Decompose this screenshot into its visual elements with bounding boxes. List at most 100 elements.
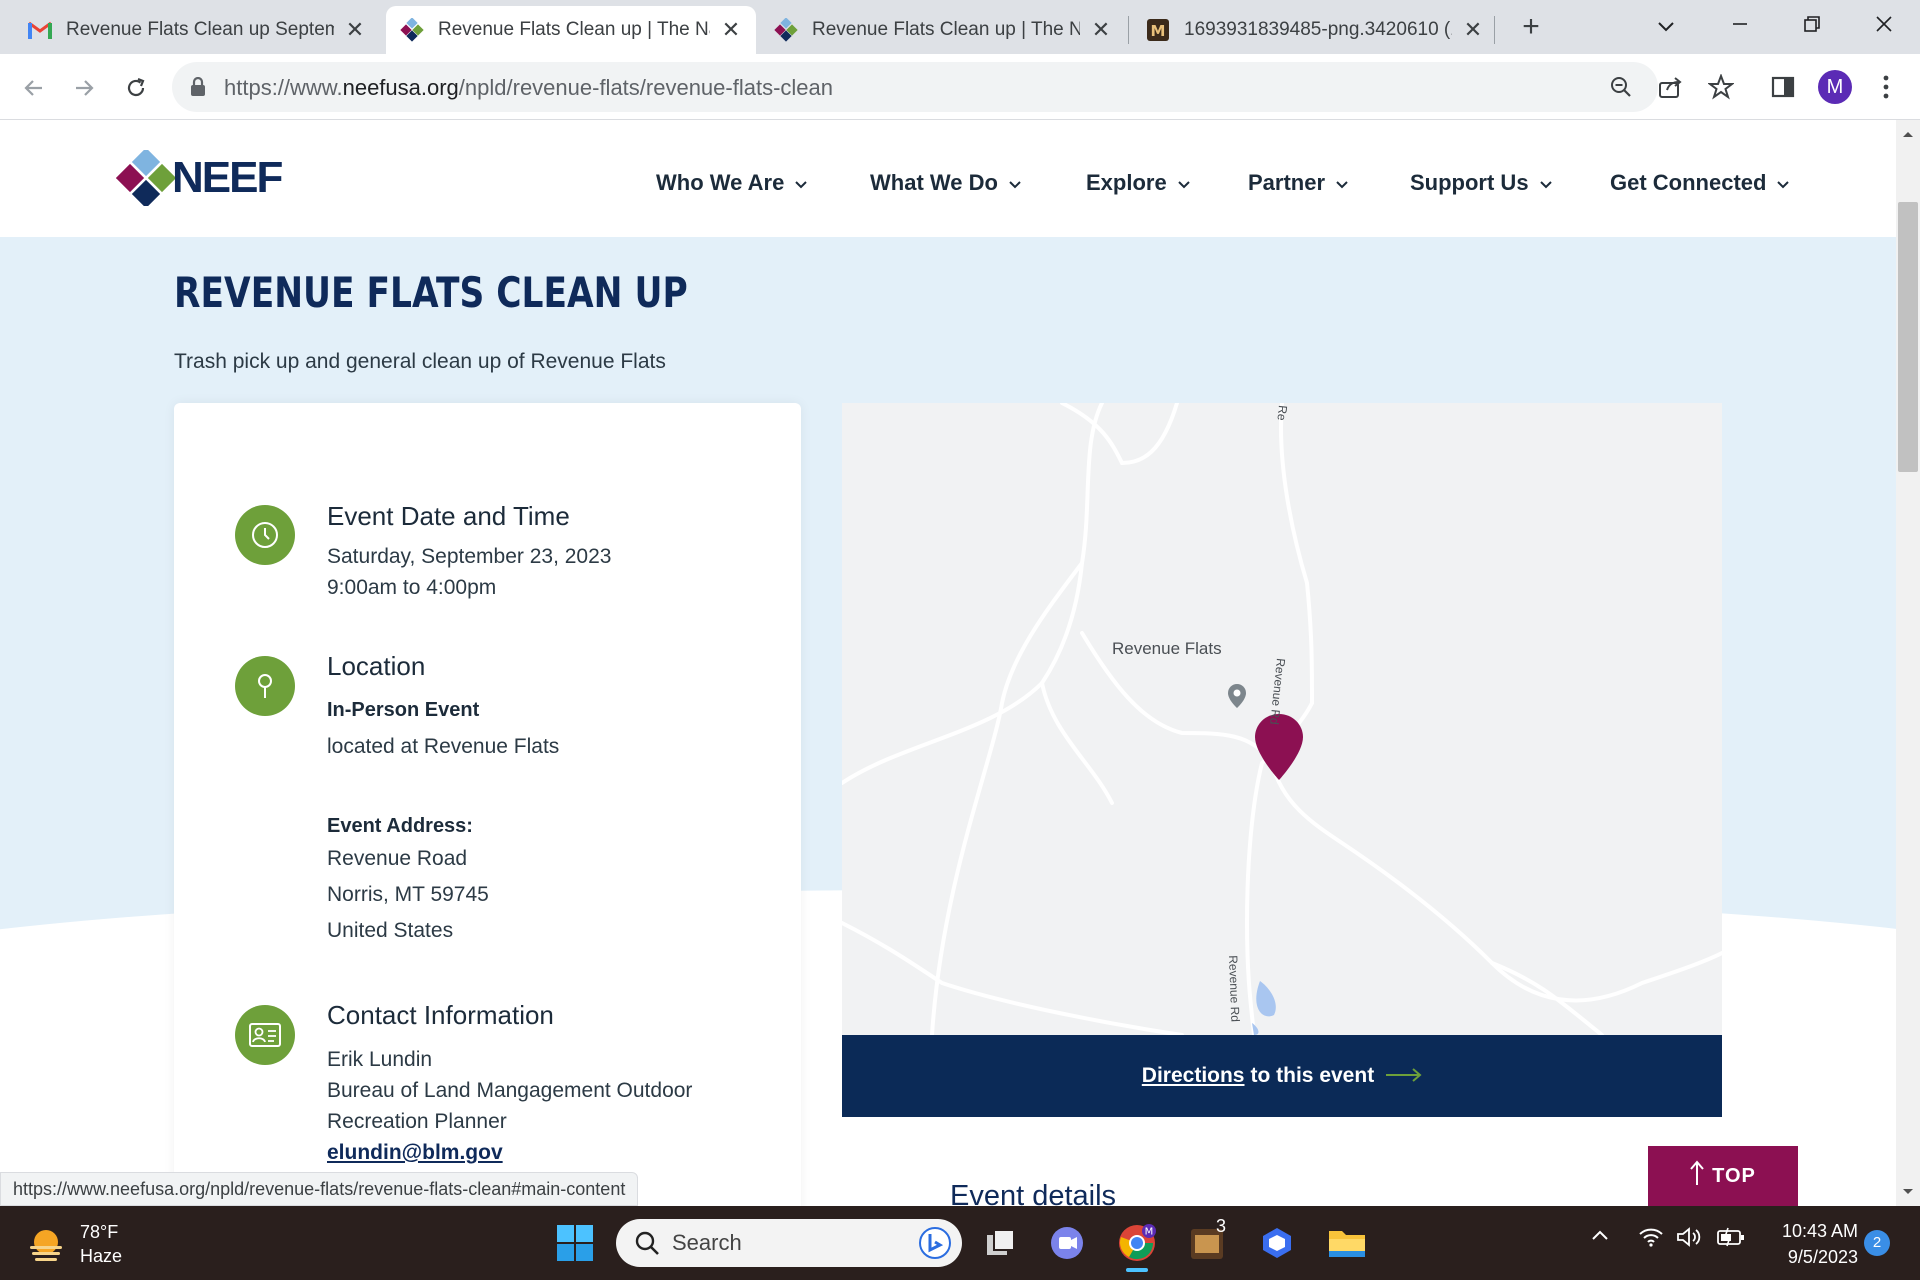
nav-what-we-do[interactable]: What We Do bbox=[870, 170, 1022, 196]
profile-avatar[interactable]: M bbox=[1818, 70, 1852, 104]
location-heading: Location bbox=[327, 651, 426, 681]
tab-title: Revenue Flats Clean up | The Na bbox=[812, 19, 1080, 40]
contact-card-icon bbox=[235, 1005, 295, 1065]
photos-badge-count: 3 bbox=[1216, 1216, 1227, 1236]
weather-condition: Haze bbox=[80, 1246, 123, 1266]
neef-icon bbox=[400, 18, 424, 42]
teams-chat-icon[interactable] bbox=[1044, 1220, 1090, 1266]
status-bar-url: https://www.neefusa.org/npld/revenue-fla… bbox=[0, 1172, 639, 1206]
clock-icon bbox=[235, 505, 295, 565]
chrome-icon[interactable]: M bbox=[1114, 1220, 1160, 1272]
map-roads bbox=[842, 403, 1722, 1035]
restore-icon[interactable] bbox=[1792, 10, 1832, 44]
contact-org-line-1: Bureau of Land Mangagement Outdoor bbox=[327, 1079, 693, 1102]
tab-neef[interactable]: Revenue Flats Clean up | The Na ✕ bbox=[760, 6, 1126, 54]
chevron-down-icon bbox=[1177, 170, 1191, 196]
neef-logo-icon bbox=[116, 150, 176, 206]
minimize-icon[interactable] bbox=[1720, 10, 1760, 44]
bing-icon[interactable] bbox=[918, 1226, 952, 1260]
nav-label: Who We Are bbox=[656, 170, 785, 195]
nav-get-connected[interactable]: Get Connected bbox=[1610, 170, 1790, 196]
address-line-3: United States bbox=[327, 919, 454, 942]
close-window-icon[interactable] bbox=[1864, 10, 1904, 44]
event-date: Saturday, September 23, 2023 bbox=[327, 545, 612, 568]
reload-button[interactable] bbox=[116, 68, 156, 108]
side-panel-icon[interactable] bbox=[1768, 72, 1798, 102]
close-tab-icon[interactable]: ✕ bbox=[344, 17, 366, 43]
url-domain: neefusa.org bbox=[342, 75, 459, 100]
nav-who-we-are[interactable]: Who We Are bbox=[656, 170, 808, 196]
volume-icon[interactable] bbox=[1676, 1226, 1704, 1254]
tab-title: Revenue Flats Clean up Septemb bbox=[66, 19, 334, 40]
zoom-icon[interactable] bbox=[1606, 72, 1636, 102]
contact-email-link[interactable]: elundin@blm.gov bbox=[327, 1141, 503, 1165]
url-path: /npld/revenue-flats/revenue-flats-clean bbox=[458, 75, 834, 100]
scroll-down-icon[interactable] bbox=[1896, 1182, 1920, 1202]
taskbar-clock[interactable]: 10:43 AM 9/5/2023 bbox=[1764, 1218, 1858, 1270]
weather-temp: 78°F bbox=[80, 1222, 119, 1242]
chevron-down-icon bbox=[1539, 170, 1553, 196]
tab-image[interactable]: M 1693931839485-png.3420610 (1 ✕ bbox=[1132, 6, 1498, 54]
close-tab-icon[interactable]: ✕ bbox=[1090, 17, 1112, 43]
windows-taskbar: 78°F Haze Search M 3 10:43 AM 9/5/2023 2 bbox=[0, 1206, 1920, 1280]
event-map[interactable]: Revenue Flats Revenue Rd Revenue Rd Re bbox=[842, 403, 1722, 1035]
tab-title: 1693931839485-png.3420610 (1 bbox=[1184, 19, 1452, 40]
clock-time: 10:43 AM bbox=[1781, 1221, 1858, 1241]
wifi-icon[interactable] bbox=[1638, 1226, 1664, 1254]
chevron-down-icon bbox=[1335, 170, 1349, 196]
file-explorer-icon[interactable] bbox=[1324, 1220, 1370, 1266]
event-details-heading: Event details bbox=[950, 1180, 1117, 1206]
share-icon[interactable] bbox=[1655, 72, 1685, 102]
nav-label: Explore bbox=[1086, 170, 1167, 195]
close-tab-icon[interactable]: ✕ bbox=[1462, 17, 1484, 43]
search-icon bbox=[635, 1231, 659, 1255]
page-subtitle: Trash pick up and general clean up of Re… bbox=[174, 350, 666, 373]
notification-badge[interactable]: 2 bbox=[1864, 1230, 1890, 1256]
top-label: TOP bbox=[1712, 1164, 1756, 1187]
copilot-icon[interactable] bbox=[1254, 1220, 1300, 1266]
event-time: 9:00am to 4:00pm bbox=[327, 576, 497, 599]
back-button[interactable] bbox=[14, 68, 54, 108]
forward-button[interactable] bbox=[64, 68, 104, 108]
photos-app-icon[interactable]: 3 bbox=[1184, 1216, 1230, 1266]
map-place-marker-icon bbox=[1228, 684, 1246, 708]
tab-neef-active[interactable]: Revenue Flats Clean up | The Na ✕ bbox=[386, 6, 756, 54]
back-to-top-button[interactable]: TOP bbox=[1648, 1146, 1798, 1206]
directions-button[interactable]: Directions to this event bbox=[842, 1035, 1722, 1117]
lock-icon[interactable] bbox=[190, 76, 206, 102]
nav-partner[interactable]: Partner bbox=[1248, 170, 1349, 196]
image-icon: M bbox=[1146, 18, 1170, 42]
menu-kebab-icon[interactable] bbox=[1876, 70, 1896, 104]
scroll-up-icon[interactable] bbox=[1896, 124, 1920, 144]
new-tab-button[interactable]: + bbox=[1516, 10, 1546, 44]
gmail-icon bbox=[28, 18, 52, 42]
tab-search-chevron-icon[interactable] bbox=[1646, 10, 1686, 44]
address-bar[interactable]: https://www.neefusa.org/npld/revenue-fla… bbox=[172, 62, 1658, 112]
battery-icon[interactable] bbox=[1716, 1226, 1746, 1254]
clock-date: 9/5/2023 bbox=[1787, 1247, 1858, 1267]
weather-widget[interactable]: 78°F Haze bbox=[26, 1220, 122, 1268]
close-tab-icon[interactable]: ✕ bbox=[720, 17, 742, 43]
address-line-2: Norris, MT 59745 bbox=[327, 883, 489, 906]
taskbar-search-box[interactable]: Search bbox=[616, 1219, 962, 1267]
page-viewport: NEEF Who We Are What We Do Explore Partn… bbox=[0, 120, 1896, 1206]
browser-tab-bar: Revenue Flats Clean up Septemb ✕ Revenue… bbox=[0, 0, 1920, 54]
svg-text:M: M bbox=[1145, 1227, 1154, 1238]
url-prefix: https://www. bbox=[224, 75, 343, 100]
directions-link[interactable]: Directions bbox=[1142, 1064, 1245, 1088]
scrollbar-thumb[interactable] bbox=[1898, 202, 1918, 472]
tab-separator bbox=[1494, 16, 1495, 44]
tab-gmail[interactable]: Revenue Flats Clean up Septemb ✕ bbox=[14, 6, 380, 54]
nav-explore[interactable]: Explore bbox=[1086, 170, 1191, 196]
logo-text: NEEF bbox=[172, 153, 283, 202]
windows-start-icon[interactable] bbox=[552, 1220, 598, 1266]
neef-logo[interactable]: NEEF bbox=[116, 150, 283, 206]
task-view-icon[interactable] bbox=[978, 1220, 1024, 1266]
show-hidden-icons-chevron[interactable] bbox=[1590, 1226, 1610, 1249]
chevron-down-icon bbox=[1776, 170, 1790, 196]
location-type: In-Person Event bbox=[327, 699, 480, 721]
bookmark-star-icon[interactable] bbox=[1706, 72, 1736, 102]
map-road-label: Revenue Rd bbox=[1226, 955, 1243, 1023]
nav-support-us[interactable]: Support Us bbox=[1410, 170, 1553, 196]
active-app-indicator bbox=[1126, 1268, 1148, 1272]
